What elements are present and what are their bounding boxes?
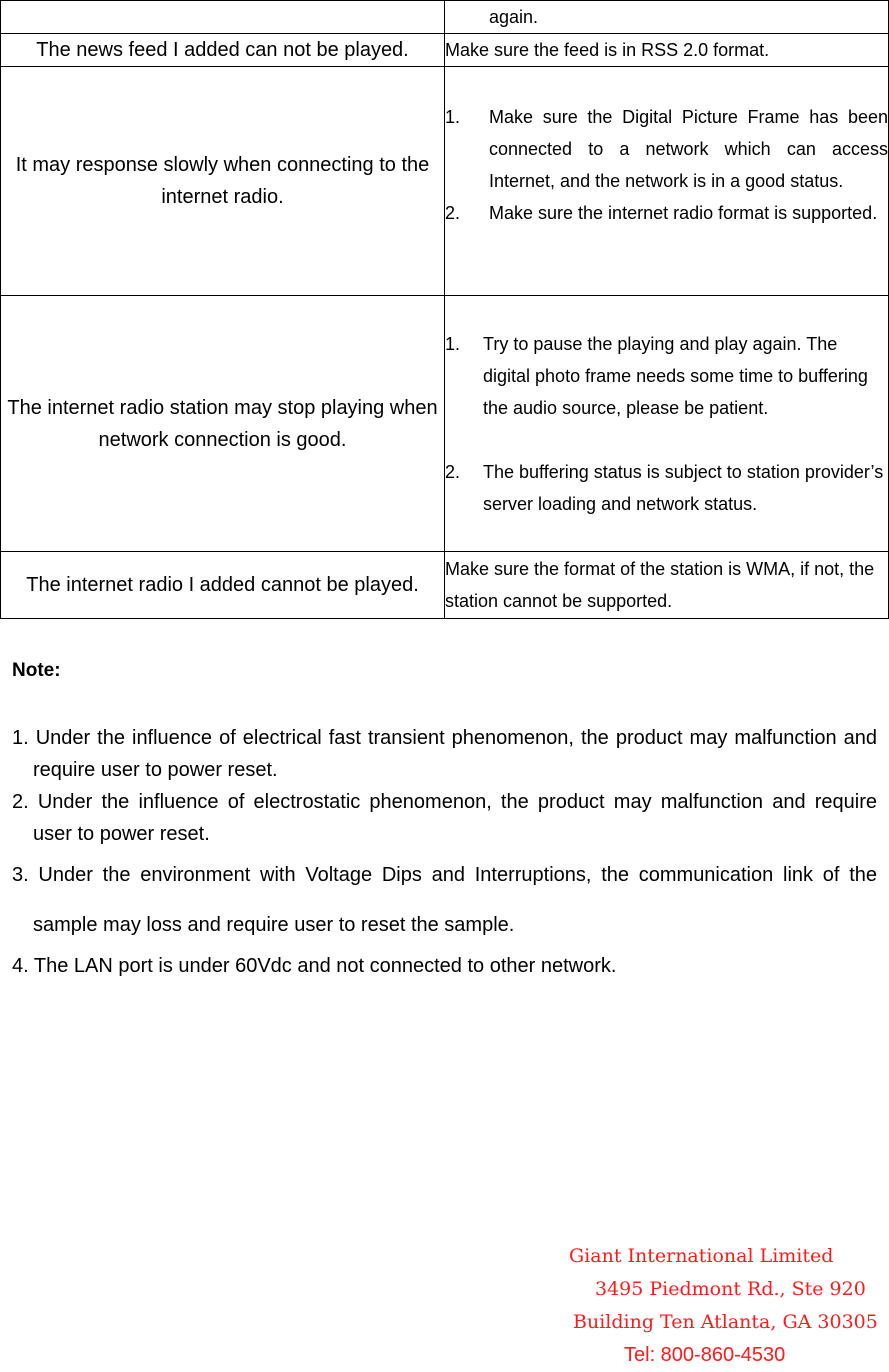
troubleshooting-table: again. The news feed I added can not be … — [0, 0, 889, 619]
solution-item: 2. The buffering status is subject to sta… — [445, 456, 888, 520]
problem-cell: The news feed I added can not be played. — [0, 33, 445, 67]
table-row: The internet radio station may stop play… — [0, 295, 889, 552]
table-row: It may response slowly when connecting t… — [0, 66, 889, 296]
problem-cell: The internet radio I added cannot be pla… — [0, 551, 445, 619]
item-number: 2. — [445, 461, 461, 482]
table-row: The internet radio I added cannot be pla… — [0, 551, 889, 619]
problem-cell — [0, 0, 445, 34]
solution-item: 2. Make sure the internet radio format is… — [445, 197, 888, 229]
solution-cell: 1. Make sure the Digital Picture Frame ha… — [444, 66, 889, 296]
problem-cell: The internet radio station may stop play… — [0, 295, 445, 552]
solution-cell: Make sure the feed is in RSS 2.0 format. — [444, 33, 889, 67]
item-number: 1. — [445, 107, 461, 127]
table-row: The news feed I added can not be played.… — [0, 33, 889, 67]
note-item: 1. Under the influence of electrical fas… — [12, 727, 877, 781]
item-text: Try to pause the playing and play again.… — [483, 333, 868, 418]
company-name: Giant International Limited — [569, 1245, 834, 1267]
table-row: again. — [0, 0, 889, 34]
note-item: 4. The LAN port is under 60Vdc and not c… — [12, 955, 617, 977]
item-text: Make sure the internet radio format is s… — [489, 203, 878, 223]
solution-list: 1. Try to pause the playing and play agai… — [445, 328, 888, 520]
item-number: 2. — [445, 203, 461, 223]
item-text: Make sure the Digital Picture Frame has … — [489, 107, 888, 191]
solution-item: 1. Make sure the Digital Picture Frame ha… — [445, 101, 888, 197]
solution-cell: Make sure the format of the station is W… — [444, 551, 889, 619]
note-heading: Note: — [12, 660, 61, 681]
company-address: Giant International Limited 3495 Piedmon… — [560, 1240, 880, 1372]
solution-cell: again. — [444, 0, 889, 34]
note-item: 3. Under the environment with Voltage Di… — [12, 864, 877, 936]
item-text: The buffering status is subject to stati… — [483, 461, 884, 514]
solution-list: 1. Make sure the Digital Picture Frame ha… — [445, 101, 888, 229]
telephone: Tel: 800-860-4530 — [624, 1344, 786, 1366]
note-list: 1. Under the influence of electrical fas… — [12, 722, 877, 982]
city-address: Building Ten Atlanta, GA 30305 — [573, 1311, 878, 1333]
problem-cell: It may response slowly when connecting t… — [0, 66, 445, 296]
item-number: 1. — [445, 333, 461, 354]
street-address: 3495 Piedmont Rd., Ste 920 — [595, 1278, 866, 1300]
solution-item: 1. Try to pause the playing and play agai… — [445, 328, 888, 424]
note-item: 2. Under the influence of electrostatic … — [12, 791, 877, 845]
solution-text: again. — [489, 7, 539, 27]
solution-cell: 1. Try to pause the playing and play agai… — [444, 295, 889, 552]
